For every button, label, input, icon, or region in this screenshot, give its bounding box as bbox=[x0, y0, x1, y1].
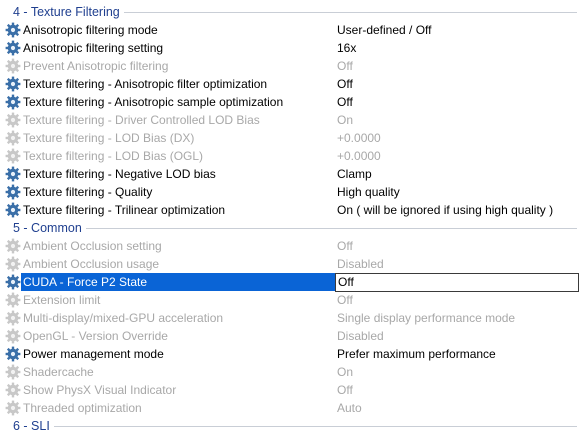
gear-icon bbox=[5, 76, 21, 92]
setting-value-dropdown[interactable] bbox=[335, 273, 579, 292]
setting-row-ambient-occlusion-setting[interactable]: Ambient Occlusion setting Off bbox=[0, 237, 579, 255]
setting-row-texture-filtering-anisotropic-sample-optimization[interactable]: Texture filtering - Anisotropic sample o… bbox=[0, 93, 579, 111]
setting-name: CUDA - Force P2 State bbox=[21, 273, 335, 291]
setting-value: Off bbox=[337, 293, 353, 307]
gear-icon bbox=[5, 202, 21, 218]
setting-value: Prefer maximum performance bbox=[337, 347, 496, 361]
setting-row-threaded-optimization[interactable]: Threaded optimization Auto bbox=[0, 399, 579, 417]
setting-row-power-management-mode[interactable]: Power management mode Prefer maximum perf… bbox=[0, 345, 579, 363]
setting-row-cuda-force-p2-state[interactable]: CUDA - Force P2 State Off bbox=[0, 273, 579, 292]
setting-value: +0.0000 bbox=[337, 131, 381, 145]
gear-icon-disabled bbox=[5, 58, 21, 74]
gear-icon-disabled bbox=[5, 148, 21, 164]
setting-name: Texture filtering - Negative LOD bias bbox=[23, 167, 216, 181]
setting-row-multi-display-mixed-gpu-acceleration[interactable]: Multi-display/mixed-GPU acceleration Sing… bbox=[0, 309, 579, 327]
setting-value: High quality bbox=[337, 185, 400, 199]
setting-row-texture-filtering-driver-controlled-lod-bias[interactable]: Texture filtering - Driver Controlled LO… bbox=[0, 111, 579, 129]
settings-list: 4 - Texture Filtering Anisotropic filteri… bbox=[0, 3, 579, 435]
setting-row-shadercache[interactable]: Shadercache On bbox=[0, 363, 579, 381]
setting-row-texture-filtering-lod-bias-dx[interactable]: Texture filtering - LOD Bias (DX) +0.0000 bbox=[0, 129, 579, 147]
setting-row-prevent-anisotropic-filtering[interactable]: Prevent Anisotropic filtering Off bbox=[0, 57, 579, 75]
setting-value: On ( will be ignored if using high quali… bbox=[337, 203, 554, 217]
gear-icon-disabled bbox=[5, 364, 21, 380]
setting-value: +0.0000 bbox=[337, 149, 381, 163]
setting-row-texture-filtering-negative-lod-bias[interactable]: Texture filtering - Negative LOD bias Cla… bbox=[0, 165, 579, 183]
setting-name: OpenGL - Version Override bbox=[23, 329, 168, 343]
section-header-6-sli[interactable]: 6 - SLI bbox=[0, 417, 579, 435]
setting-row-opengl-version-override[interactable]: OpenGL - Version Override Disabled bbox=[0, 327, 579, 345]
gear-icon-disabled bbox=[5, 292, 21, 308]
setting-value: Off bbox=[337, 95, 353, 109]
section-title: 4 - Texture Filtering bbox=[13, 3, 124, 21]
setting-value: Disabled bbox=[337, 257, 384, 271]
setting-value: On bbox=[337, 365, 354, 379]
setting-name: Threaded optimization bbox=[23, 401, 142, 415]
setting-value: Off bbox=[337, 77, 353, 91]
gear-icon bbox=[5, 274, 21, 290]
setting-name: Anisotropic filtering setting bbox=[23, 41, 164, 55]
gear-icon-disabled bbox=[5, 112, 21, 128]
setting-value: 16x bbox=[337, 41, 357, 55]
setting-row-texture-filtering-quality[interactable]: Texture filtering - Quality High quality bbox=[0, 183, 579, 201]
gear-icon-disabled bbox=[5, 310, 21, 326]
setting-name: Power management mode bbox=[23, 347, 164, 361]
gear-icon-disabled bbox=[5, 382, 21, 398]
setting-row-anisotropic-filtering-mode[interactable]: Anisotropic filtering mode User-defined /… bbox=[0, 21, 579, 39]
setting-row-show-physx-visual-indicator[interactable]: Show PhysX Visual Indicator Off bbox=[0, 381, 579, 399]
setting-value: Off bbox=[337, 59, 353, 73]
section-header-4-texture-filtering[interactable]: 4 - Texture Filtering bbox=[0, 3, 579, 21]
setting-value: Single display performance mode bbox=[337, 311, 516, 325]
gear-icon bbox=[5, 184, 21, 200]
gear-icon bbox=[5, 94, 21, 110]
setting-row-extension-limit[interactable]: Extension limit Off bbox=[0, 291, 579, 309]
section-divider bbox=[13, 426, 577, 427]
setting-name: Ambient Occlusion usage bbox=[23, 257, 160, 271]
section-header-5-common[interactable]: 5 - Common bbox=[0, 219, 579, 237]
setting-value: Off bbox=[337, 383, 353, 397]
setting-name: Anisotropic filtering mode bbox=[23, 23, 158, 37]
gear-icon-disabled bbox=[5, 256, 21, 272]
setting-name: Multi-display/mixed-GPU acceleration bbox=[23, 311, 224, 325]
setting-name: Ambient Occlusion setting bbox=[23, 239, 162, 253]
gear-icon-disabled bbox=[5, 238, 21, 254]
setting-name: Texture filtering - Anisotropic sample o… bbox=[23, 95, 284, 109]
setting-value: Clamp bbox=[337, 167, 372, 181]
setting-name: Texture filtering - LOD Bias (DX) bbox=[23, 131, 195, 145]
setting-name: Texture filtering - Quality bbox=[23, 185, 153, 199]
section-title: 5 - Common bbox=[13, 219, 86, 237]
gear-icon bbox=[5, 40, 21, 56]
gear-icon-disabled bbox=[5, 400, 21, 416]
setting-value: On bbox=[337, 113, 354, 127]
setting-name: Shadercache bbox=[23, 365, 94, 379]
setting-name: Texture filtering - Trilinear optimizati… bbox=[23, 203, 226, 217]
setting-row-texture-filtering-anisotropic-filter-optimization[interactable]: Texture filtering - Anisotropic filter o… bbox=[0, 75, 579, 93]
gear-icon bbox=[5, 346, 21, 362]
setting-value[interactable]: Off bbox=[338, 273, 354, 291]
setting-value: Auto bbox=[337, 401, 362, 415]
gear-icon-disabled bbox=[5, 328, 21, 344]
setting-row-anisotropic-filtering-setting[interactable]: Anisotropic filtering setting 16x bbox=[0, 39, 579, 57]
section-title: 6 - SLI bbox=[13, 417, 54, 435]
setting-row-texture-filtering-trilinear-optimization[interactable]: Texture filtering - Trilinear optimizati… bbox=[0, 201, 579, 219]
setting-name: Extension limit bbox=[23, 293, 101, 307]
setting-name: Show PhysX Visual Indicator bbox=[23, 383, 177, 397]
gear-icon bbox=[5, 22, 21, 38]
setting-value: Disabled bbox=[337, 329, 384, 343]
setting-name: Texture filtering - Anisotropic filter o… bbox=[23, 77, 268, 91]
setting-name: Texture filtering - LOD Bias (OGL) bbox=[23, 149, 204, 163]
setting-value: Off bbox=[337, 239, 353, 253]
gear-icon-disabled bbox=[5, 130, 21, 146]
gear-icon bbox=[5, 166, 21, 182]
section-divider bbox=[13, 228, 577, 229]
setting-row-ambient-occlusion-usage[interactable]: Ambient Occlusion usage Disabled bbox=[0, 255, 579, 273]
setting-row-texture-filtering-lod-bias-ogl[interactable]: Texture filtering - LOD Bias (OGL) +0.000… bbox=[0, 147, 579, 165]
setting-value: User-defined / Off bbox=[337, 23, 432, 37]
setting-name: Texture filtering - Driver Controlled LO… bbox=[23, 113, 260, 127]
setting-name: Prevent Anisotropic filtering bbox=[23, 59, 169, 73]
